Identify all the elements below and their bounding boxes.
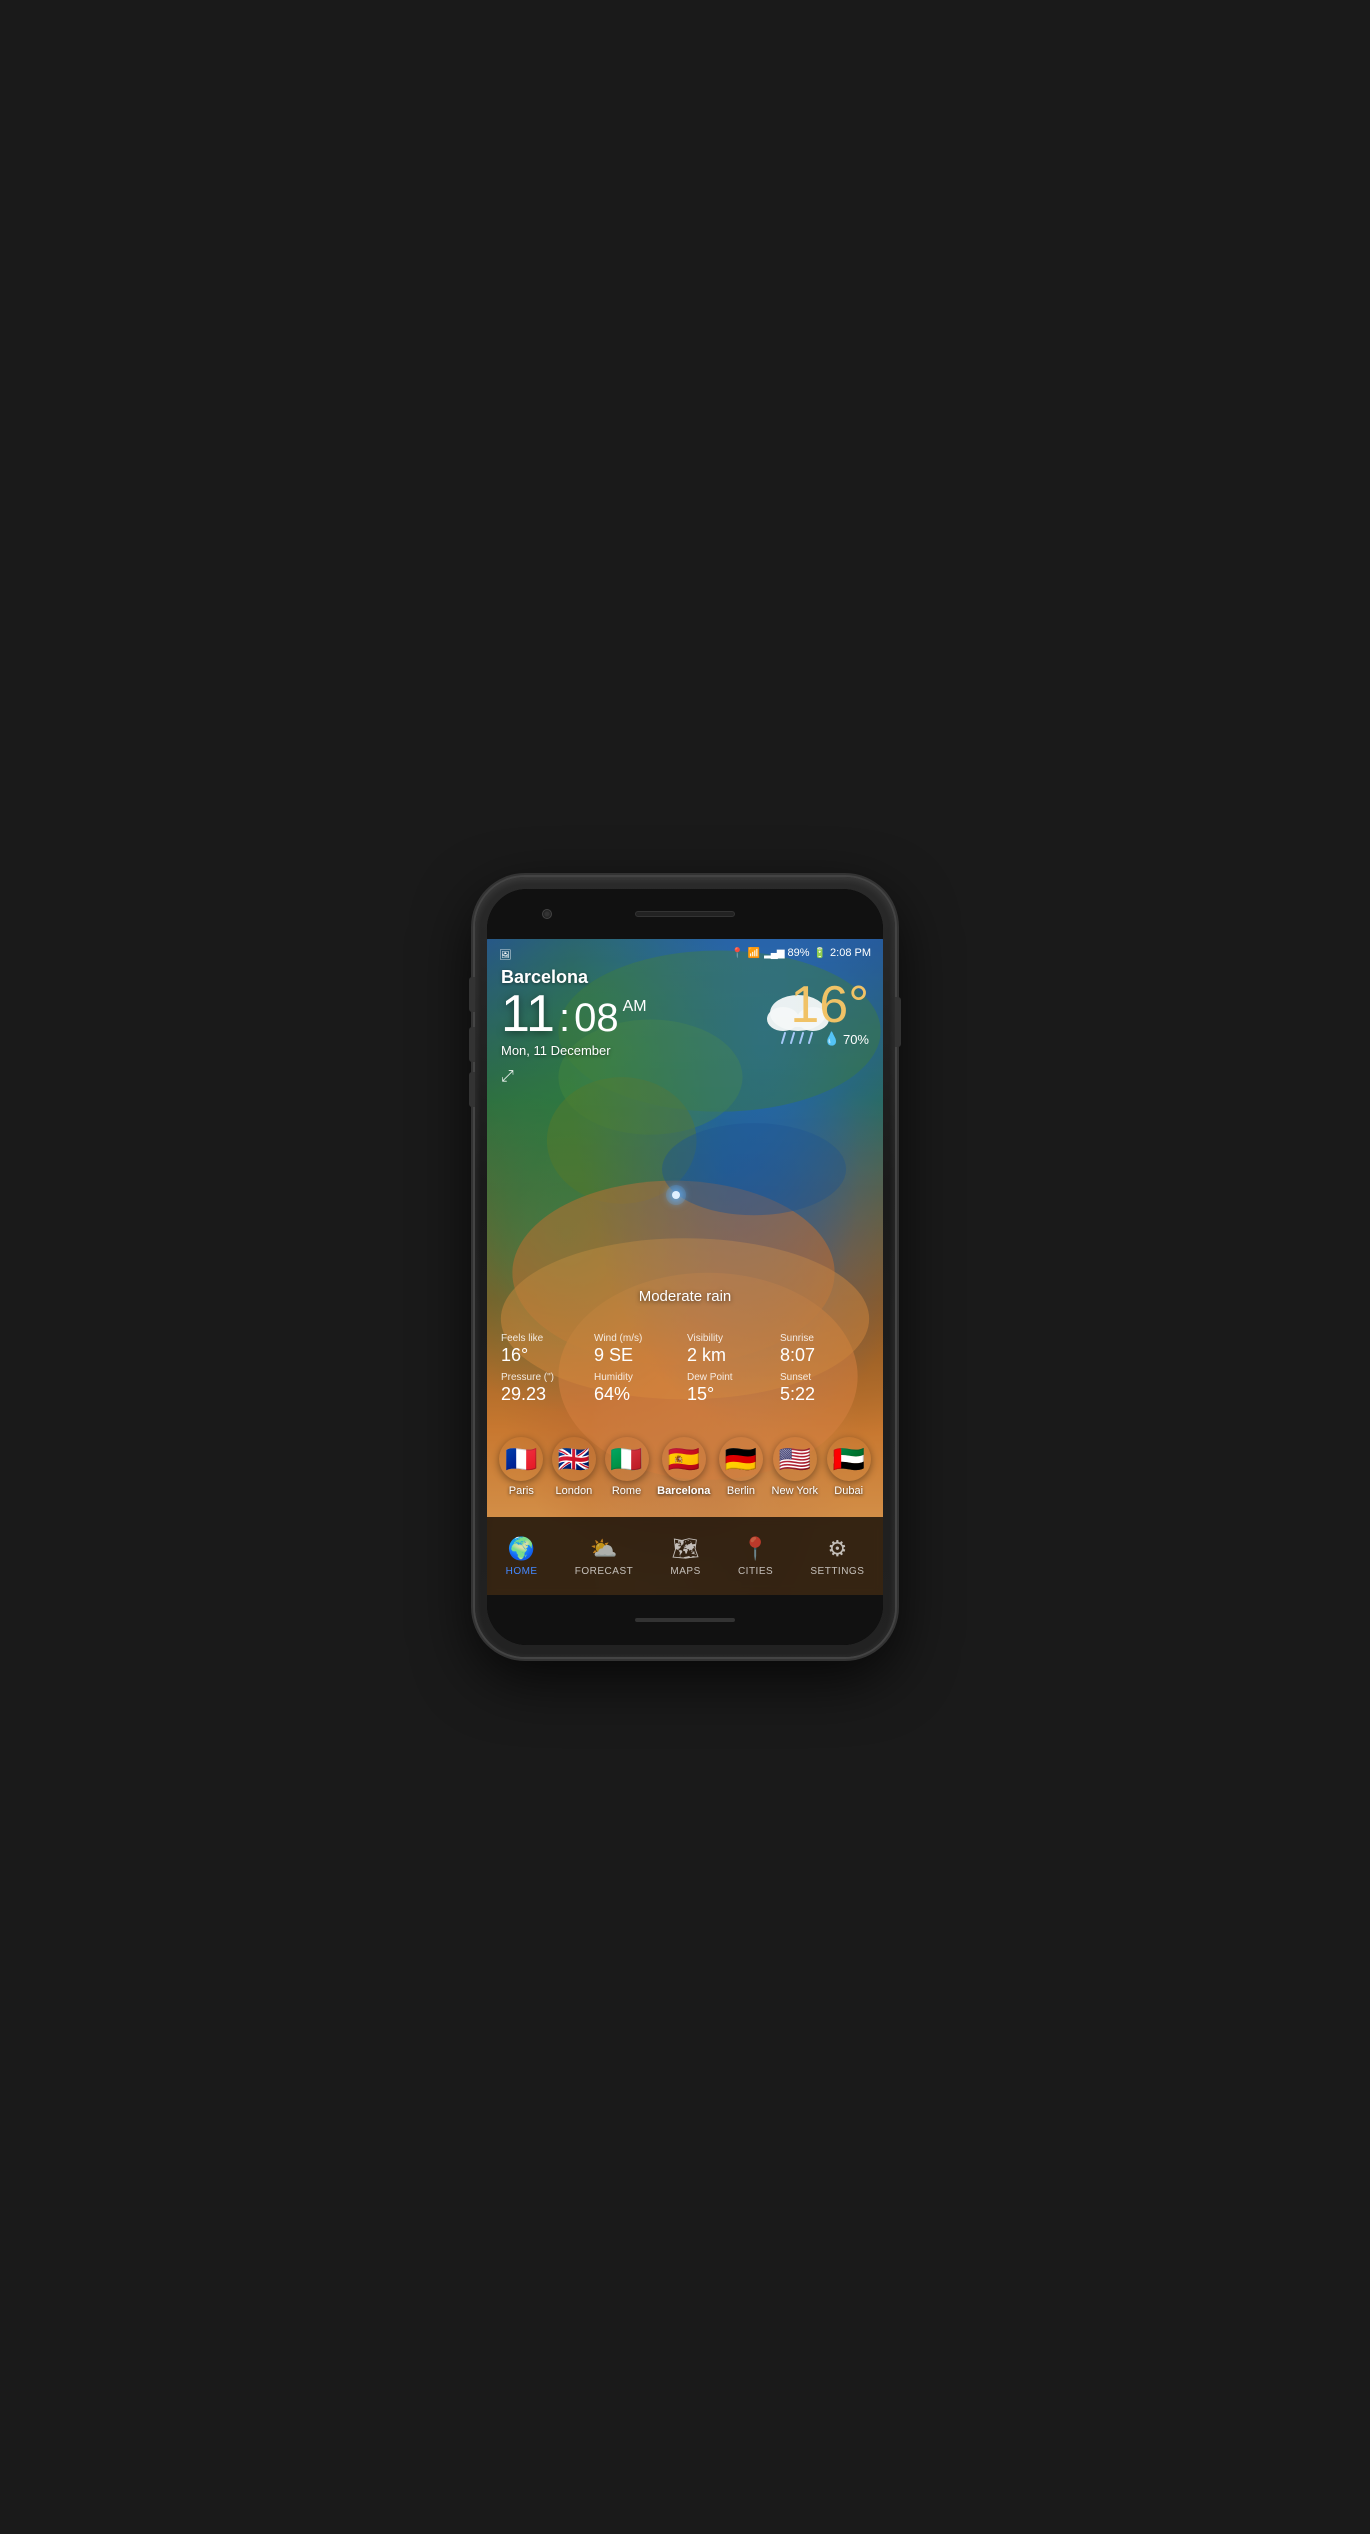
nav-icon-settings: ⚙: [828, 1536, 848, 1562]
city-label-dubai: Dubai: [834, 1485, 863, 1497]
nav-item-forecast[interactable]: ⛅ FORECAST: [563, 1528, 645, 1585]
sunrise-value: 8:07: [780, 1346, 869, 1366]
city-label-barcelona: Barcelona: [657, 1485, 710, 1497]
city-item-rome[interactable]: 🇮🇹 Rome: [605, 1437, 649, 1497]
sunset-label: Sunset: [780, 1372, 869, 1383]
feels-like-label: Feels like: [501, 1333, 590, 1344]
humidity-percentage: 70%: [843, 1032, 869, 1047]
city-label-paris: Paris: [509, 1485, 534, 1497]
sunrise-label: Sunrise: [780, 1333, 869, 1344]
drop-icon: 💧: [824, 1031, 840, 1047]
nav-label-maps: MAPS: [670, 1566, 700, 1577]
nav-label-forecast: FORECAST: [575, 1566, 633, 1577]
nav-icon-maps: 🗺: [672, 1536, 700, 1562]
wind-label: Wind (m/s): [594, 1333, 683, 1344]
city-label-new-york: New York: [772, 1485, 818, 1497]
time-hour: 11: [501, 988, 555, 1040]
city-item-paris[interactable]: 🇫🇷 Paris: [499, 1437, 543, 1497]
home-bar: [635, 1618, 735, 1622]
dew-point-label: Dew Point: [687, 1372, 776, 1383]
flag-barcelona: 🇪🇸: [662, 1437, 706, 1481]
camera: [542, 909, 552, 919]
temperature-display: 16° 💧 70%: [790, 979, 869, 1047]
status-time: 2:08 PM: [830, 947, 871, 959]
gallery-icon: 🖼: [499, 950, 512, 961]
time-minutes: 08: [574, 996, 619, 1041]
nav-label-cities: CITIES: [738, 1566, 773, 1577]
nav-item-maps[interactable]: 🗺 MAPS: [658, 1528, 712, 1585]
status-bar: 🖼 📍 📶 ▂▄▆ 89% 🔋 2:08 PM: [487, 939, 883, 967]
dew-point-value: 15°: [687, 1385, 776, 1405]
bottom-navigation: 🌍 HOME ⛅ FORECAST 🗺 MAPS 📍 CITIES ⚙ SETTINGS: [487, 1517, 883, 1595]
phone-screen-container: 🖼 📍 📶 ▂▄▆ 89% 🔋 2:08 PM Barcelona 11 : 0: [487, 889, 883, 1645]
speaker: [635, 911, 735, 917]
phone-device: 🖼 📍 📶 ▂▄▆ 89% 🔋 2:08 PM Barcelona 11 : 0: [475, 877, 895, 1657]
weather-stats-grid: Feels like 16° Pressure (") 29.23 Wind (…: [501, 1333, 869, 1405]
weather-condition: Moderate rain: [639, 1288, 732, 1305]
status-left-icons: 🖼: [499, 945, 512, 963]
location-status-icon: 📍: [731, 948, 743, 959]
wifi-icon: 📶: [748, 948, 760, 959]
temperature-value: 16°: [790, 976, 869, 1034]
date-text: Mon, 11 December: [501, 1043, 647, 1058]
wind-value: 9 SE: [594, 1346, 683, 1366]
bottom-bezel: [487, 1595, 883, 1645]
battery-icon: 🔋: [814, 948, 826, 959]
pressure-value: 29.23: [501, 1385, 590, 1405]
nav-item-home[interactable]: 🌍 HOME: [494, 1528, 550, 1585]
pressure-label: Pressure ("): [501, 1372, 590, 1383]
humidity-value: 64%: [594, 1385, 683, 1405]
flag-dubai: 🇦🇪: [827, 1437, 871, 1481]
nav-item-cities[interactable]: 📍 CITIES: [726, 1528, 785, 1585]
visibility-value: 2 km: [687, 1346, 776, 1366]
nav-icon-cities: 📍: [742, 1536, 769, 1562]
city-label-london: London: [556, 1485, 593, 1497]
time-ampm: AM: [623, 998, 647, 1016]
city-item-berlin[interactable]: 🇩🇪 Berlin: [719, 1437, 763, 1497]
flag-rome: 🇮🇹: [605, 1437, 649, 1481]
sunset-value: 5:22: [780, 1385, 869, 1405]
nav-icon-home: 🌍: [508, 1536, 535, 1562]
flag-berlin: 🇩🇪: [719, 1437, 763, 1481]
humidity-label: Humidity: [594, 1372, 683, 1383]
city-label-rome: Rome: [612, 1485, 641, 1497]
battery-percentage: 89%: [788, 947, 810, 959]
status-right-area: 📍 📶 ▂▄▆ 89% 🔋 2:08 PM: [731, 947, 871, 959]
flag-new-york: 🇺🇸: [773, 1437, 817, 1481]
screen: 🖼 📍 📶 ▂▄▆ 89% 🔋 2:08 PM Barcelona 11 : 0: [487, 939, 883, 1595]
location-indicator: [669, 1188, 683, 1202]
city-label-berlin: Berlin: [727, 1485, 755, 1497]
city-item-dubai[interactable]: 🇦🇪 Dubai: [827, 1437, 871, 1497]
city-item-barcelona[interactable]: 🇪🇸 Barcelona: [657, 1437, 710, 1497]
feels-like-value: 16°: [501, 1346, 590, 1366]
flag-london: 🇬🇧: [552, 1437, 596, 1481]
flag-paris: 🇫🇷: [499, 1437, 543, 1481]
visibility-label: Visibility: [687, 1333, 776, 1344]
nav-icon-forecast: ⛅: [590, 1536, 617, 1562]
visibility-stat: Visibility 2 km Dew Point 15°: [687, 1333, 776, 1405]
time-display: 11 : 08 AM: [501, 988, 647, 1041]
weather-header: Barcelona 11 : 08 AM Mon, 11 December ⤢: [501, 967, 647, 1086]
city-item-london[interactable]: 🇬🇧 London: [552, 1437, 596, 1497]
signal-icon: ▂▄▆: [764, 948, 783, 959]
city-item-new-york[interactable]: 🇺🇸 New York: [772, 1437, 818, 1497]
feels-like-stat: Feels like 16° Pressure (") 29.23: [501, 1333, 590, 1405]
sunrise-stat: Sunrise 8:07 Sunset 5:22: [780, 1333, 869, 1405]
time-colon: :: [559, 996, 570, 1041]
nav-label-home: HOME: [506, 1566, 538, 1577]
top-bezel: [487, 889, 883, 939]
nav-item-settings[interactable]: ⚙ SETTINGS: [798, 1528, 876, 1585]
cities-carousel: 🇫🇷 Paris 🇬🇧 London 🇮🇹 Rome 🇪🇸 Barcelona 🇩🇪 Berlin…: [487, 1417, 883, 1517]
share-icon[interactable]: ⤢: [501, 1068, 647, 1086]
nav-label-settings: SETTINGS: [810, 1566, 864, 1577]
wind-stat: Wind (m/s) 9 SE Humidity 64%: [594, 1333, 683, 1405]
